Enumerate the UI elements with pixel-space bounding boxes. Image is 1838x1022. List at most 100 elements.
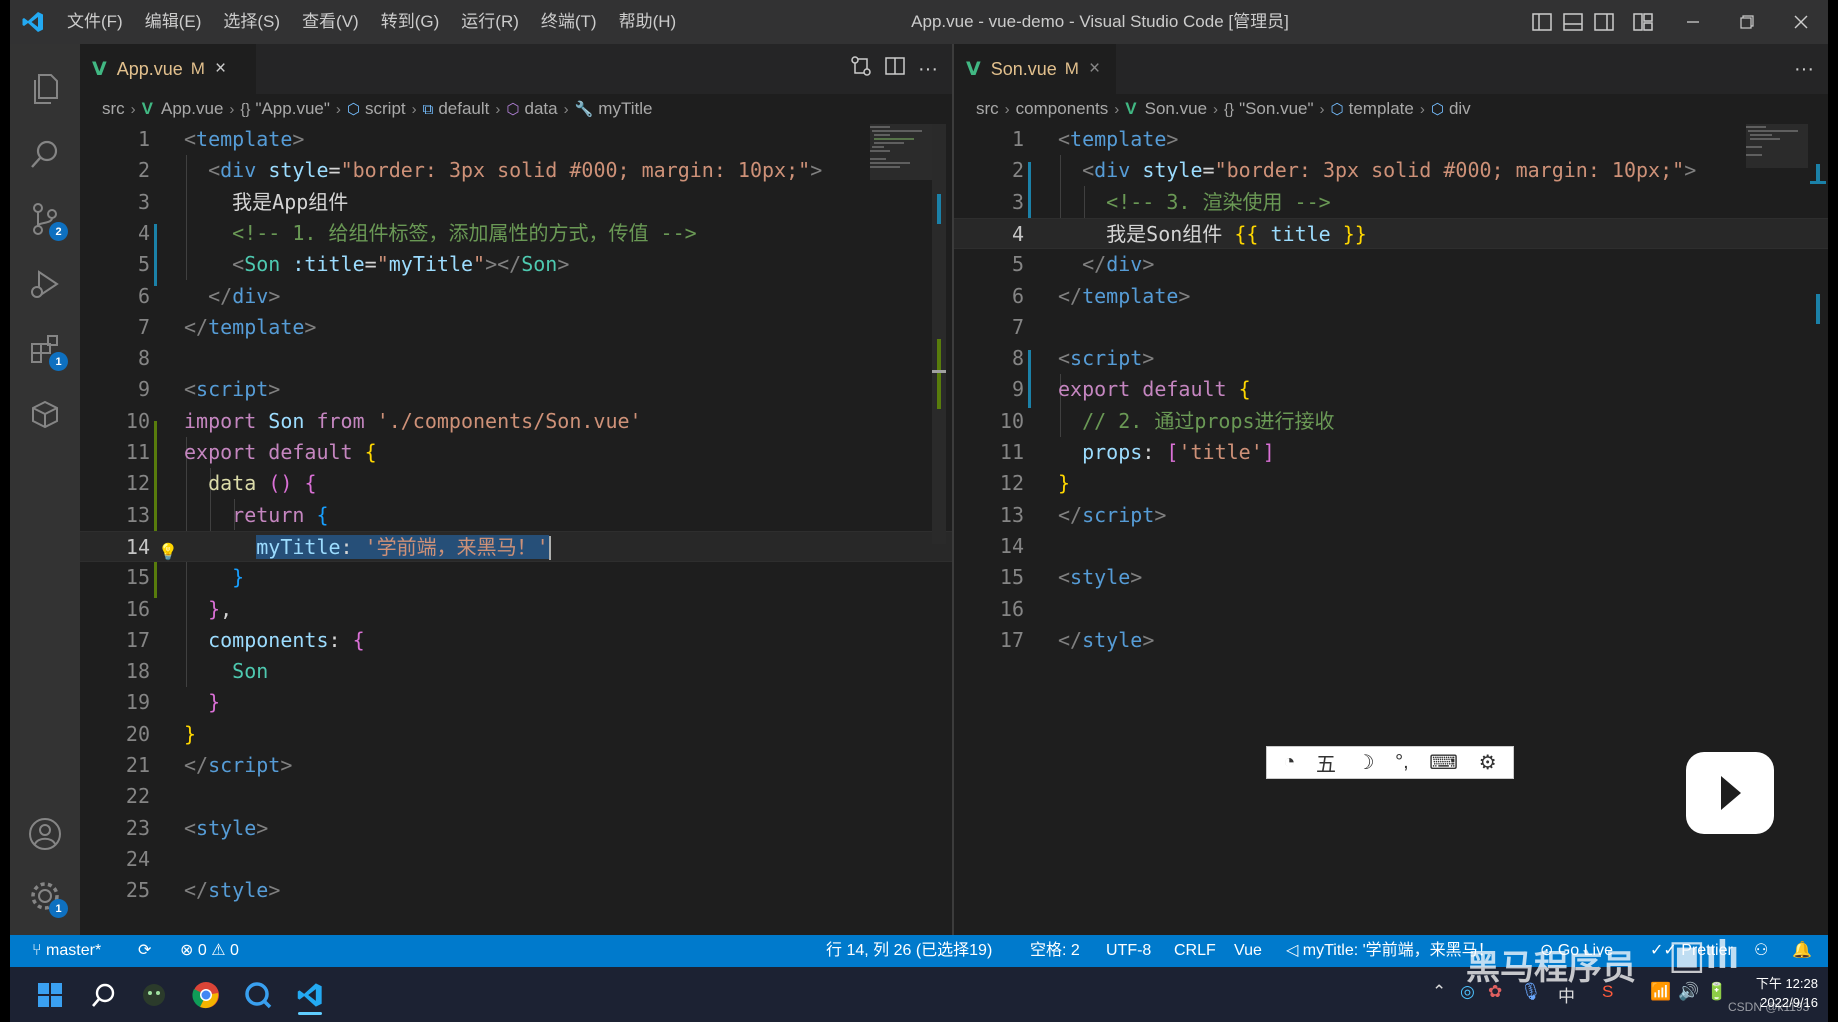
breadcrumb-item[interactable]: src — [976, 99, 999, 119]
sync-icon[interactable]: ⟳ — [138, 935, 151, 967]
indentation[interactable]: 空格: 2 — [1030, 935, 1080, 967]
line-number: 1 — [1011, 127, 1024, 151]
breadcrumb-item[interactable]: components — [1016, 99, 1109, 119]
customize-layout-icon[interactable] — [1627, 0, 1658, 44]
ime-settings-icon[interactable]: ⚙ — [1479, 750, 1497, 775]
line-number: 2 — [137, 158, 150, 183]
breadcrumb-item[interactable]: myTitle — [598, 99, 652, 119]
remote-explorer-icon[interactable] — [10, 384, 80, 444]
code-line: 11 props: ['title'] — [954, 437, 1828, 468]
vertical-scrollbar[interactable] — [1810, 124, 1826, 324]
editor-actions: ··· — [850, 44, 938, 94]
current-symbol[interactable]: ◁ myTitle: '学前端，来黑马！' — [1286, 935, 1486, 967]
tray-volume-icon[interactable]: 🔊 — [1678, 982, 1699, 1002]
language-mode[interactable]: Vue — [1234, 935, 1262, 967]
breadcrumb-item[interactable]: script — [365, 99, 406, 119]
menu-terminal[interactable]: 终端(T) — [530, 0, 608, 44]
breadcrumb-item[interactable]: Son.vue — [1145, 99, 1207, 119]
line-number: 15 — [999, 565, 1024, 590]
menu-run[interactable]: 运行(R) — [450, 0, 530, 44]
breadcrumb-item[interactable]: "App.vue" — [255, 99, 329, 119]
menu-file[interactable]: 文件(F) — [56, 0, 134, 44]
line-number: 16 — [999, 596, 1024, 621]
chevron-right-icon: › — [229, 100, 235, 118]
breadcrumb-item[interactable]: data — [525, 99, 558, 119]
ime-punctuation-icon[interactable]: °, — [1395, 751, 1409, 774]
branch-status[interactable]: ⑂ master* — [32, 935, 101, 967]
line-number: 14 — [125, 534, 150, 559]
menu-view[interactable]: 查看(V) — [291, 0, 370, 44]
end-of-line[interactable]: CRLF — [1174, 935, 1216, 967]
assistant-app-icon[interactable] — [134, 975, 174, 1015]
menu-help[interactable]: 帮助(H) — [608, 0, 688, 44]
breadcrumb-item[interactable]: App.vue — [161, 99, 223, 119]
chevron-right-icon: › — [1004, 100, 1010, 118]
explorer-icon[interactable] — [10, 59, 80, 119]
search-icon[interactable] — [10, 124, 80, 184]
ime-keyboard-icon[interactable]: ⌨ — [1429, 750, 1458, 775]
code-line: 7 — [954, 312, 1828, 343]
code-line: 5 <Son :title="myTitle"></Son> — [80, 249, 952, 280]
error-count: 0 — [197, 942, 207, 959]
restore-icon[interactable] — [1720, 0, 1774, 44]
tab-modified-badge: M — [190, 59, 205, 78]
window-title: App.vue - vue-demo - Visual Studio Code … — [911, 12, 1289, 31]
account-icon[interactable] — [10, 804, 80, 864]
ime-logo-icon[interactable]: ◔ — [1283, 751, 1295, 774]
bilibili-play-icon[interactable] — [1686, 752, 1774, 834]
run-debug-icon[interactable] — [10, 254, 80, 314]
ime-wubi-icon[interactable]: 五 — [1316, 748, 1336, 777]
menu-edit[interactable]: 编辑(E) — [134, 0, 213, 44]
source-control-icon[interactable]: 2 — [10, 189, 80, 249]
minimap[interactable] — [1746, 124, 1808, 484]
vscode-taskbar-icon[interactable] — [290, 975, 330, 1015]
close-window-icon[interactable] — [1774, 0, 1828, 44]
breadcrumb-item[interactable]: template — [1349, 99, 1414, 119]
toggle-secondary-sidebar-icon[interactable] — [1588, 0, 1619, 44]
breadcrumb-item[interactable]: "Son.vue" — [1239, 99, 1313, 119]
code-line: 12 data () { — [80, 468, 952, 499]
tab-app-vue[interactable]: V App.vue M × — [80, 44, 256, 94]
extensions-icon[interactable]: 1 — [10, 319, 80, 379]
code-line: 10 // 2. 通过props进行接收 — [954, 406, 1828, 437]
code-line: 13 return { — [80, 500, 952, 531]
tab-son-vue[interactable]: V Son.vue M × — [954, 44, 1116, 94]
toggle-primary-sidebar-icon[interactable] — [1526, 0, 1557, 44]
code-line: 1 <template> — [954, 124, 1828, 155]
problems-status[interactable]: ⊗ 0 ⚠ 0 — [180, 935, 239, 967]
taskbar-search-icon[interactable] — [84, 975, 124, 1015]
windows-start-icon[interactable] — [30, 975, 70, 1015]
line-number: 15 — [125, 565, 150, 590]
chrome-icon[interactable] — [186, 975, 226, 1015]
tray-wifi-icon[interactable]: 📶 — [1650, 982, 1671, 1002]
line-number: 22 — [125, 784, 150, 809]
code-line: 8 — [80, 343, 952, 374]
notifications-bell-icon[interactable]: 🔔 — [1792, 935, 1812, 967]
minimap[interactable] — [870, 124, 932, 484]
cursor-position[interactable]: 行 14, 列 26 (已选择19) — [826, 935, 992, 967]
chevron-right-icon: › — [1419, 100, 1425, 118]
split-editor-icon[interactable] — [884, 55, 906, 83]
breadcrumb-item[interactable]: div — [1449, 99, 1471, 119]
qq-browser-icon[interactable] — [238, 975, 278, 1015]
code-editor[interactable]: 1 <template> 2 <div style="border: 3px so… — [80, 124, 952, 935]
menu-selection[interactable]: 选择(S) — [212, 0, 291, 44]
menu-go[interactable]: 转到(G) — [370, 0, 451, 44]
vertical-scrollbar[interactable] — [932, 124, 946, 544]
breadcrumb-item[interactable]: src — [102, 99, 125, 119]
toggle-panel-icon[interactable] — [1557, 0, 1588, 44]
code-line: 13 </script> — [954, 500, 1828, 531]
tab-close-icon[interactable]: × — [1089, 58, 1100, 80]
tray-battery-icon[interactable]: 🔋 — [1706, 982, 1727, 1002]
ime-moon-icon[interactable]: ☽ — [1357, 750, 1375, 775]
more-actions-icon[interactable]: ··· — [1794, 58, 1814, 81]
more-actions-icon[interactable]: ··· — [918, 58, 938, 81]
manage-gear-icon[interactable]: 1 — [10, 866, 80, 926]
tab-close-icon[interactable]: × — [215, 58, 226, 80]
encoding[interactable]: UTF-8 — [1106, 935, 1151, 967]
breadcrumb-item[interactable]: default — [438, 99, 489, 119]
tray-chevron-up-icon[interactable]: ⌃ — [1432, 982, 1446, 1002]
accounts-status-icon[interactable]: ⚇ — [1754, 935, 1768, 967]
open-changes-icon[interactable] — [850, 55, 872, 83]
minimize-icon[interactable] — [1666, 0, 1720, 44]
